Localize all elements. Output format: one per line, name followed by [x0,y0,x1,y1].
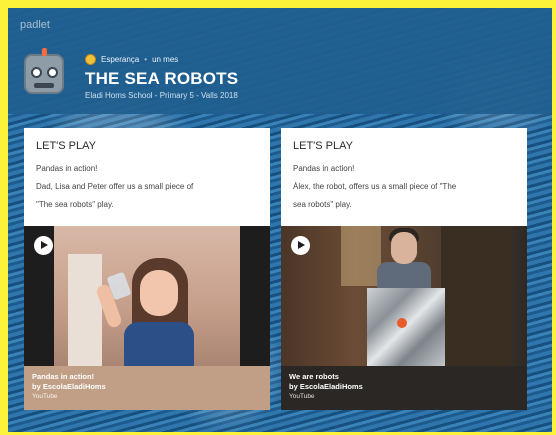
board-subtitle: Eladi Homs School - Primary 5 - Valls 20… [85,91,238,100]
board-title: THE SEA ROBOTS [85,69,239,88]
robot-avatar-icon [24,48,64,94]
post-title: LET'S PLAY [293,140,353,152]
video-caption[interactable]: Pandas in action! by EscolaEladiHoms You… [24,366,270,410]
meta-separator: • [144,55,148,64]
video-title: Pandas in action! [32,372,95,381]
post-line: "The sea robots" play. [36,200,114,209]
post-text: Pandas in action! Àlex, the robot, offer… [293,160,515,214]
post-time: un mes [152,55,179,64]
post-line: Dad, Lisa and Peter offer us a small pie… [36,182,194,191]
post-line: sea robots" play. [293,200,352,209]
play-icon[interactable] [34,236,53,255]
post-line: Pandas in action! [293,164,355,173]
board-header: padlet Esperança • un mes THE SEA ROBOTS… [8,8,552,114]
video-title: We are robots [289,372,339,381]
author-avatar[interactable] [85,54,96,65]
padlet-board: padlet Esperança • un mes THE SEA ROBOTS… [8,8,552,432]
video-channel: by EscolaEladiHoms [289,382,363,391]
author-name[interactable]: Esperança [101,55,139,64]
post-line: Àlex, the robot, offers us a small piece… [293,182,457,191]
padlet-logo[interactable]: padlet [20,19,50,31]
post-text: Pandas in action! Dad, Lisa and Peter of… [36,160,258,214]
post-card[interactable]: LET'S PLAY Pandas in action! Dad, Lisa a… [24,128,270,410]
play-icon[interactable] [291,236,310,255]
post-title: LET'S PLAY [36,140,96,152]
video-thumbnail[interactable] [24,226,270,366]
video-source: YouTube [32,393,58,400]
video-source: YouTube [289,393,315,400]
post-card[interactable]: LET'S PLAY Pandas in action! Àlex, the r… [281,128,527,410]
board-meta: Esperança • un mes [85,54,178,65]
video-thumbnail[interactable] [281,226,527,366]
video-channel: by EscolaEladiHoms [32,382,106,391]
post-line: Pandas in action! [36,164,98,173]
video-caption[interactable]: We are robots by EscolaEladiHoms YouTube [281,366,527,410]
